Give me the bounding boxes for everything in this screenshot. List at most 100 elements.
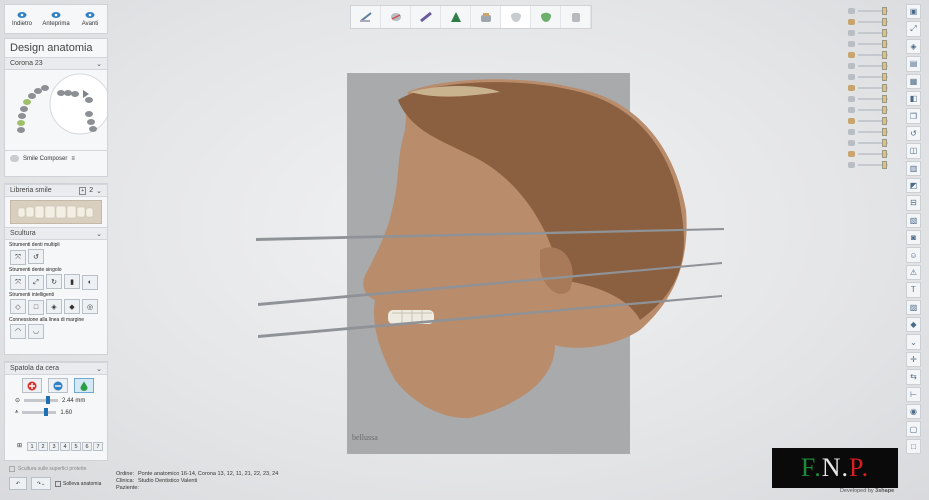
smart-tool-4[interactable]: ◆ <box>64 299 80 314</box>
copy-icon[interactable]: ❐ <box>906 108 921 124</box>
tooth-icon[interactable]: ▥ <box>906 160 921 176</box>
step-design-anatomy-icon[interactable] <box>501 6 531 28</box>
visibility-slider[interactable] <box>848 116 888 126</box>
folder-icon[interactable]: ▤ <box>906 56 921 72</box>
visibility-slider[interactable] <box>848 149 888 159</box>
tooth-chart[interactable] <box>5 70 107 150</box>
protect-checkbox[interactable] <box>9 466 15 472</box>
slider-thumb[interactable] <box>882 95 887 103</box>
cube-icon[interactable]: ▦ <box>906 73 921 89</box>
size-preset-button[interactable]: 1 <box>27 442 37 451</box>
size-preset-button[interactable]: 7 <box>93 442 103 451</box>
face-icon[interactable]: ☺ <box>906 247 921 263</box>
slider-thumb[interactable] <box>882 106 887 114</box>
next-button[interactable]: Avanti <box>73 5 107 33</box>
margin-tool-2[interactable]: ◡ <box>28 323 44 339</box>
visibility-slider[interactable] <box>848 160 888 170</box>
protect-surfaces-row[interactable]: Scultura sulle superfici protette <box>9 466 86 472</box>
slider-track[interactable] <box>858 128 888 136</box>
visibility-slider[interactable] <box>848 50 888 60</box>
3d-viewport[interactable]: bellussa <box>0 0 929 500</box>
sculpt-section-header[interactable]: Scultura ⌄ <box>5 227 107 240</box>
wax-size-slider[interactable] <box>24 396 59 404</box>
layers-icon[interactable]: ◧ <box>906 90 921 107</box>
library-section-header[interactable]: Libreria smile +2 ⌄ <box>5 184 107 197</box>
slider-track[interactable] <box>858 161 888 169</box>
axis-icon[interactable]: ✛ <box>906 351 921 368</box>
visibility-slider[interactable] <box>848 94 888 104</box>
section-icon[interactable]: ◫ <box>906 143 921 159</box>
photo-icon[interactable]: ▨ <box>906 299 921 316</box>
slider-track[interactable] <box>858 139 888 147</box>
slider-thumb[interactable] <box>882 139 887 147</box>
visibility-slider[interactable] <box>848 72 888 82</box>
slider-thumb[interactable] <box>882 161 887 169</box>
shape-icon[interactable]: ◆ <box>906 317 921 333</box>
visibility-slider[interactable] <box>848 83 888 93</box>
slider-track[interactable] <box>858 29 888 37</box>
visibility-slider[interactable] <box>848 17 888 27</box>
slider-track[interactable] <box>858 40 888 48</box>
step-anatomy-icon[interactable] <box>471 6 501 28</box>
slider-track[interactable] <box>858 95 888 103</box>
chevron-down-icon[interactable]: ⌄ <box>906 334 921 350</box>
slider-thumb[interactable] <box>882 51 887 59</box>
slider-track[interactable] <box>858 18 888 26</box>
single-morph-tool[interactable]: ◐ <box>82 274 98 290</box>
slider-thumb[interactable] <box>882 128 887 136</box>
measure-icon[interactable]: ⊢ <box>906 386 921 402</box>
wax-remove-button[interactable] <box>48 378 68 393</box>
wax-section-header[interactable]: Spatola da cera ⌄ <box>5 362 107 375</box>
align-icon[interactable]: ⇆ <box>906 369 921 385</box>
single-scale-tool[interactable]: ⤢ <box>28 275 44 290</box>
color-icon[interactable]: ◉ <box>906 403 921 420</box>
size-preset-button[interactable]: 6 <box>82 442 92 451</box>
slider-thumb[interactable] <box>882 18 887 26</box>
slider-thumb[interactable] <box>882 84 887 92</box>
screen-icon[interactable]: ▣ <box>906 4 921 20</box>
lift-checkbox[interactable] <box>55 480 61 487</box>
slider-thumb[interactable] <box>882 40 887 48</box>
smile-composer-row[interactable]: Smile Composer ≡ <box>5 150 107 166</box>
visibility-slider[interactable] <box>848 105 888 115</box>
multi-rotate-tool[interactable]: ↺ <box>28 249 44 264</box>
compare-icon[interactable]: ◩ <box>906 177 921 194</box>
slider-thumb[interactable] <box>44 408 49 416</box>
slider-track[interactable] <box>858 106 888 114</box>
back-button[interactable]: Indietro <box>5 5 39 33</box>
box-icon[interactable]: ▢ <box>906 421 921 437</box>
smart-tool-2[interactable]: □ <box>28 299 44 315</box>
size-preset-button[interactable]: 5 <box>71 442 81 451</box>
visibility-slider[interactable] <box>848 39 888 49</box>
single-move-tool[interactable]: ⤧ <box>10 275 26 290</box>
slider-thumb[interactable] <box>882 117 887 125</box>
multi-move-tool[interactable]: ⤧ <box>10 250 26 265</box>
smile-library-thumbnail[interactable] <box>10 200 102 224</box>
slider-track[interactable] <box>858 62 888 70</box>
text-icon[interactable]: Ꭲ <box>906 282 921 298</box>
visibility-slider[interactable] <box>848 6 888 16</box>
size-preset-button[interactable]: 4 <box>60 442 70 451</box>
slider-thumb[interactable] <box>882 7 887 15</box>
preview-button[interactable]: Anteprima <box>39 5 73 33</box>
smart-tool-3[interactable]: ◈ <box>46 299 62 314</box>
slider-track[interactable] <box>858 84 888 92</box>
margin-tool-1[interactable]: ◠ <box>10 323 26 339</box>
visibility-slider[interactable] <box>848 127 888 137</box>
square-icon[interactable]: □ <box>906 438 921 455</box>
slider-thumb[interactable] <box>882 73 887 81</box>
slider-track[interactable] <box>858 7 888 15</box>
undo-button[interactable]: ↶ <box>9 477 27 490</box>
step-insertion-icon[interactable] <box>411 6 441 28</box>
slider-thumb[interactable] <box>882 29 887 37</box>
fit-icon[interactable]: ⤢ <box>906 21 921 37</box>
rotate-icon[interactable]: ↺ <box>906 125 921 142</box>
size-preset-button[interactable]: 3 <box>49 442 59 451</box>
slider-track[interactable] <box>858 51 888 59</box>
size-preset-button[interactable]: 2 <box>38 442 48 451</box>
visibility-slider[interactable] <box>848 138 888 148</box>
slider-thumb[interactable] <box>882 62 887 70</box>
step-die-icon[interactable] <box>441 6 471 28</box>
single-tooth-tool[interactable]: ▮ <box>64 274 80 289</box>
smart-tool-1[interactable]: ◇ <box>10 299 26 314</box>
